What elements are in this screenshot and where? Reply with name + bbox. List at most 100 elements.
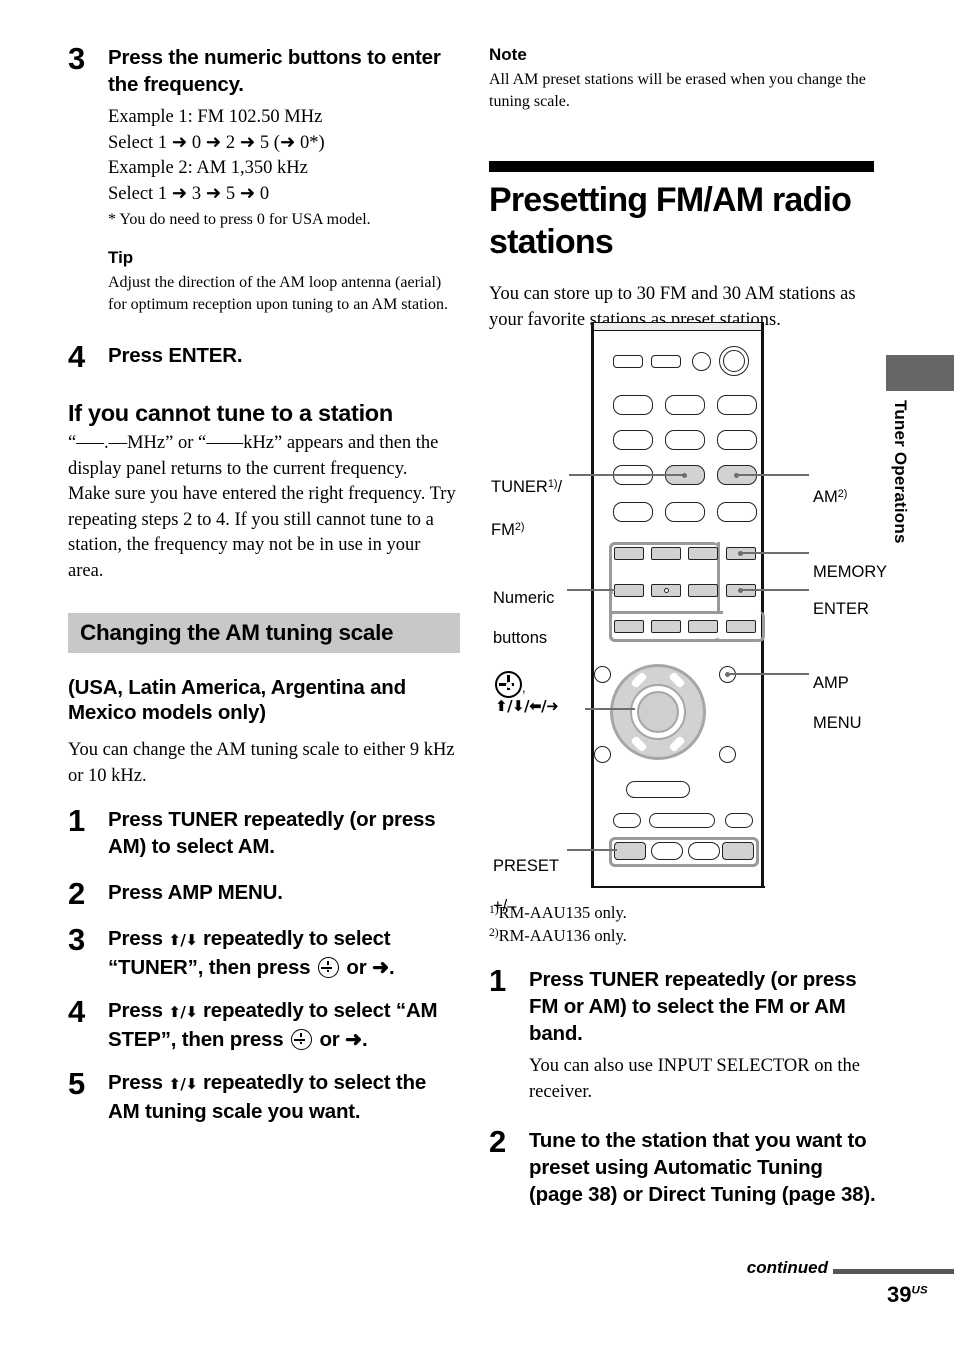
step-3-footnote: * You do need to press 0 for USA model. xyxy=(108,211,371,228)
remote-button-lower-left xyxy=(613,813,641,828)
am-step-4-title: Press ⬆/⬇ repeatedly to select “AM STEP”… xyxy=(108,997,460,1053)
leader-enter xyxy=(741,589,809,591)
step-4-title: Press ENTER. xyxy=(108,344,243,367)
step-3-body: Press the numeric buttons to enter the f… xyxy=(108,44,460,316)
remote-button-preset-minus[interactable] xyxy=(614,842,646,860)
am-step-3-pre: Press xyxy=(108,927,169,950)
left-column: 3 Press the numeric buttons to enter the… xyxy=(68,41,460,1125)
leader-preset xyxy=(567,849,617,851)
am-step-1: 1 Press TUNER repeatedly (or press AM) t… xyxy=(68,803,460,860)
enter-button-icon xyxy=(290,1029,312,1050)
numeric-button-6[interactable] xyxy=(688,584,718,597)
models-heading: (USA, Latin America, Argentina and Mexic… xyxy=(68,676,406,724)
tip-block: Tip Adjust the direction of the AM loop … xyxy=(108,247,460,316)
diagram-footnote-1-text: RM-AAU135 only. xyxy=(498,903,627,923)
numeric-button-7[interactable] xyxy=(614,620,644,633)
numeric-button-8[interactable] xyxy=(651,620,681,633)
cannot-tune-section: If you cannot tune to a station “–––.––M… xyxy=(68,399,460,584)
am-step-3-number: 3 xyxy=(68,922,85,957)
step-3-number: 3 xyxy=(68,41,85,76)
section-band-heading: Changing the AM tuning scale xyxy=(68,613,460,653)
remote-input-button-r4c3 xyxy=(717,502,757,522)
callout-fm-label: FM xyxy=(491,520,515,539)
step-3-line-3: Example 2: AM 1,350 kHz xyxy=(108,158,308,178)
step-3-line-4: Select 1 ➜ 3 ➜ 5 ➜ 0 xyxy=(108,183,270,204)
callout-nav-comma: , xyxy=(522,680,526,695)
numeric-button-9[interactable] xyxy=(688,620,718,633)
am-step-5: 5 Press ⬆/⬇ repeatedly to select the AM … xyxy=(68,1068,460,1125)
up-down-arrows-icon: ⬆/⬇ xyxy=(168,931,198,949)
remote-input-button-r2c3 xyxy=(717,430,757,450)
step-3-line-2: Select 1 ➜ 0 ➜ 2 ➜ 5 (➜ 0*) xyxy=(108,132,325,153)
step-3-examples: Example 1: FM 102.50 MHz Select 1 ➜ 0 ➜ … xyxy=(108,105,460,231)
am-step-2: 2 Press AMP MENU. xyxy=(68,876,460,911)
numeric-button-3[interactable] xyxy=(688,547,718,560)
preset-step-1-title: Press TUNER repeatedly (or press FM or A… xyxy=(529,968,857,1046)
remote-button-corner-bottom-left xyxy=(594,746,611,763)
callout-numeric-line-1: Numeric xyxy=(493,589,555,607)
remote-control-diagram: TUNER1)/ FM2) AM2) MEMORY ENTER AMP MENU… xyxy=(489,316,887,915)
numeric-button-0[interactable] xyxy=(726,620,756,633)
step-3: 3 Press the numeric buttons to enter the… xyxy=(68,41,460,316)
right-column: Note All AM preset stations will be eras… xyxy=(489,44,874,333)
leader-tuner-fm xyxy=(569,474,685,476)
diagram-footnote-2-text: RM-AAU136 only. xyxy=(498,926,627,946)
diagram-footnote-1: 1)RM-AAU135 only. xyxy=(489,900,879,923)
remote-button-lower-center xyxy=(649,813,715,828)
leader-nav xyxy=(585,708,635,710)
callout-preset-line-1: PRESET xyxy=(493,857,560,875)
am-step-1-number: 1 xyxy=(68,803,85,838)
remote-power-button-inner xyxy=(723,350,745,372)
remote-button-small-1 xyxy=(613,355,643,368)
leader-numeric-buttons xyxy=(567,589,615,591)
am-step-4: 4 Press ⬆/⬇ repeatedly to select “AM STE… xyxy=(68,994,460,1053)
numeric-button-4[interactable] xyxy=(614,584,644,597)
remote-button-corner-bottom-right xyxy=(719,746,736,763)
main-heading-block: Presetting FM/AM radio stations xyxy=(489,161,874,263)
step-4: 4 Press ENTER. xyxy=(68,341,460,372)
am-step-2-number: 2 xyxy=(68,876,85,911)
remote-input-button-r4c1 xyxy=(613,502,653,522)
remote-button-small-2 xyxy=(651,355,681,368)
page-footer: continued 39US xyxy=(489,1258,954,1338)
step-3-line-1: Example 1: FM 102.50 MHz xyxy=(108,107,323,127)
callout-enter-label: ENTER xyxy=(813,600,869,618)
numeric-button-2[interactable] xyxy=(651,547,681,560)
am-step-4-pre: Press xyxy=(108,999,169,1022)
callout-tuner-label: TUNER xyxy=(491,477,548,496)
tip-text: Adjust the direction of the AM loop ante… xyxy=(108,274,448,313)
navigation-enter-icon xyxy=(495,671,522,698)
manual-page: 3 Press the numeric buttons to enter the… xyxy=(0,0,954,1352)
am-step-3: 3 Press ⬆/⬇ repeatedly to select “TUNER”… xyxy=(68,922,460,981)
am-step-5-title: Press ⬆/⬇ repeatedly to select the AM tu… xyxy=(108,1069,460,1125)
footer-rule xyxy=(833,1269,954,1274)
am-step-1-title: Press TUNER repeatedly (or press AM) to … xyxy=(108,808,436,858)
am-step-4-number: 4 xyxy=(68,994,85,1029)
remote-bottom-edge xyxy=(591,886,765,888)
am-scale-intro: You can change the AM tuning scale to ei… xyxy=(68,740,455,786)
page-number: 39US xyxy=(887,1282,928,1308)
remote-input-button-r1c2 xyxy=(665,395,705,415)
numeric-button-1[interactable] xyxy=(614,547,644,560)
callout-am-label: AM xyxy=(813,487,838,506)
callout-nav-arrows-icon: ⬆/⬇/⬅/➜ xyxy=(495,697,559,715)
preset-step-1-detail: You can also use INPUT SELECTOR on the r… xyxy=(529,1056,860,1102)
remote-button-preset-plus[interactable] xyxy=(722,842,754,860)
remote-button-corner-top-left xyxy=(594,666,611,683)
callout-navigation: , ⬆/⬇/⬅/➜ xyxy=(495,671,591,716)
remote-button-circle-small xyxy=(692,352,711,371)
callout-numeric-buttons: Numeric buttons xyxy=(493,568,567,668)
diagram-footnote-2: 2)RM-AAU136 only. xyxy=(489,923,879,946)
note-block: Note All AM preset stations will be eras… xyxy=(489,44,874,113)
callout-enter: ENTER xyxy=(813,579,869,619)
preset-step-1-number: 1 xyxy=(489,963,506,999)
remote-button-lower-right xyxy=(725,813,753,828)
diagram-footnote-1-marker: 1) xyxy=(489,904,499,916)
callout-memory: MEMORY xyxy=(813,542,887,582)
remote-dpad-enter-button[interactable] xyxy=(637,691,679,733)
up-down-arrows-icon: ⬆/⬇ xyxy=(168,1003,198,1021)
remote-input-button-r2c1 xyxy=(613,430,653,450)
heading-rule xyxy=(489,161,874,172)
diagram-footnote-2-marker: 2) xyxy=(489,927,499,940)
continued-label: continued xyxy=(746,1258,828,1277)
